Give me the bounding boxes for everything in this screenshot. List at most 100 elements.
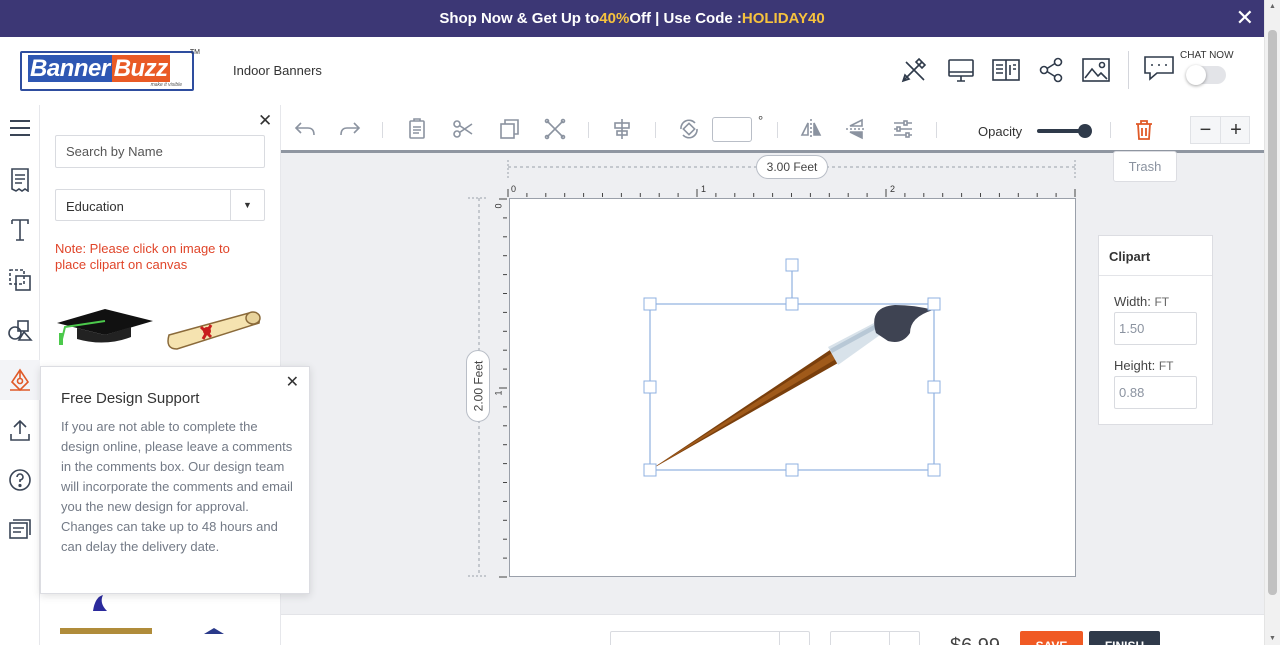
clipart-icon[interactable] — [0, 360, 40, 400]
product-name: Indoor Banners — [233, 63, 322, 78]
promo-text-mid: Off | Use Code : — [629, 10, 742, 27]
help-icon[interactable] — [0, 460, 40, 500]
chevron-down-icon[interactable] — [889, 632, 919, 645]
share-icon[interactable] — [1036, 55, 1066, 85]
width-label: Width: FT — [1114, 294, 1170, 309]
resize-handle — [927, 463, 941, 477]
copy-icon[interactable] — [498, 118, 520, 140]
search-input[interactable] — [55, 135, 265, 168]
comments-icon[interactable] — [0, 510, 40, 550]
toolbar-divider — [655, 122, 656, 138]
chevron-down-icon[interactable]: ▼ — [230, 190, 264, 220]
clipart-thumbnail[interactable] — [60, 621, 155, 639]
design-support-popup: ✕ Free Design Support If you are not abl… — [40, 366, 310, 594]
finish-button[interactable]: FINISH — [1089, 631, 1160, 645]
menu-icon[interactable] — [0, 108, 40, 148]
selected-clipart[interactable] — [640, 255, 945, 480]
width-input[interactable]: 1.50 — [1114, 312, 1197, 345]
quantity-select[interactable] — [830, 631, 920, 645]
logo-trademark: TM — [189, 49, 200, 56]
promo-discount: 40% — [599, 10, 630, 27]
opacity-slider[interactable] — [1037, 124, 1092, 138]
delete-element-icon[interactable] — [544, 118, 566, 140]
resize-handle — [643, 463, 657, 477]
promo-close-icon[interactable]: ✕ — [1236, 6, 1254, 30]
redo-icon[interactable] — [339, 118, 361, 140]
category-select[interactable]: Education ▼ — [55, 189, 265, 221]
logo-wordmark: Banner Buzz — [28, 55, 170, 82]
zoom-out-button[interactable]: − — [1191, 117, 1221, 143]
width-dimension-label: 3.00 Feet — [756, 155, 828, 179]
templates-icon[interactable] — [0, 160, 40, 200]
height-input[interactable]: 0.88 — [1114, 376, 1197, 409]
backgrounds-icon[interactable] — [0, 310, 40, 350]
popup-close-icon[interactable]: ✕ — [286, 372, 299, 392]
rotate-icon[interactable] — [678, 118, 700, 140]
undo-icon[interactable] — [294, 118, 316, 140]
logo[interactable]: Banner Buzz make it visible TM — [20, 49, 200, 91]
header-divider — [1128, 51, 1129, 89]
shapes-icon[interactable] — [0, 260, 40, 300]
toolbar-divider — [936, 122, 937, 138]
scroll-down-icon[interactable]: ▼ — [1269, 635, 1276, 642]
scrollbar-thumb[interactable] — [1268, 30, 1277, 595]
degree-symbol: ° — [758, 113, 764, 128]
toggle-knob — [1186, 65, 1206, 85]
bottom-bar: $6.99 SAVE FINISH — [281, 614, 1264, 645]
toolbar-divider — [382, 122, 383, 138]
tool-rail — [0, 105, 40, 645]
clipart-properties: Clipart Width: FT 1.50 Height: FT 0.88 — [1098, 235, 1213, 425]
zoom-controls: − + — [1190, 116, 1250, 144]
chevron-down-icon[interactable] — [779, 632, 809, 645]
flip-vertical-icon[interactable] — [845, 118, 867, 140]
promo-text-before: Shop Now & Get Up to — [439, 10, 600, 27]
opacity-slider-handle[interactable] — [1078, 124, 1092, 138]
toolbar-divider — [1110, 122, 1111, 138]
flip-horizontal-icon[interactable] — [800, 118, 822, 140]
paste-icon[interactable] — [406, 118, 428, 140]
trash-icon[interactable] — [1133, 119, 1155, 141]
zoom-in-button[interactable]: + — [1221, 117, 1251, 143]
chat-now-label: CHAT NOW — [1180, 50, 1234, 61]
chat-toggle[interactable] — [1186, 65, 1226, 85]
ruler-x-label: 1 — [701, 184, 707, 194]
text-tool-icon[interactable] — [0, 210, 40, 250]
align-center-icon[interactable] — [611, 118, 633, 140]
popup-title: Free Design Support — [61, 390, 200, 407]
resize-handle — [927, 380, 941, 394]
scroll-up-icon[interactable]: ▲ — [1269, 3, 1276, 10]
cut-icon[interactable] — [452, 118, 474, 140]
diploma-scroll-clipart[interactable] — [163, 305, 263, 360]
resize-handle — [785, 297, 799, 311]
editor-toolbar: ° Opacity − + — [281, 105, 1264, 153]
resize-handle — [927, 297, 941, 311]
design-tools-icon[interactable] — [899, 55, 929, 85]
logo-tagline: make it visible — [150, 82, 182, 88]
chat-icon[interactable] — [1143, 53, 1177, 83]
rotation-input[interactable] — [712, 117, 752, 142]
toolbar-divider — [777, 122, 778, 138]
clipart-note: Note: Please click on image to place cli… — [55, 241, 230, 272]
save-button[interactable]: SAVE — [1020, 631, 1083, 645]
properties-title: Clipart — [1099, 236, 1212, 276]
resize-handle — [643, 297, 657, 311]
height-dimension-label: 2.00 Feet — [466, 350, 490, 422]
adjustments-icon[interactable] — [892, 118, 914, 140]
clipart-thumbnail[interactable] — [85, 593, 115, 618]
rotate-handle — [785, 258, 799, 272]
guide-book-icon[interactable] — [991, 55, 1021, 85]
panel-close-icon[interactable]: ✕ — [258, 111, 272, 131]
page-scrollbar[interactable]: ▲ ▼ — [1264, 0, 1280, 645]
popup-body: If you are not able to complete the desi… — [61, 419, 293, 554]
graduation-cap-clipart[interactable] — [55, 303, 155, 353]
toolbar-divider — [588, 122, 589, 138]
clipart-thumbnail[interactable] — [200, 621, 230, 639]
monitor-icon[interactable] — [946, 55, 976, 85]
ruler-x-label: 2 — [890, 184, 896, 194]
material-select[interactable] — [610, 631, 810, 645]
promo-code: HOLIDAY40 — [741, 10, 825, 27]
resize-handle — [643, 380, 657, 394]
image-preview-icon[interactable] — [1081, 55, 1111, 85]
upload-icon[interactable] — [0, 410, 40, 450]
site-header: Banner Buzz make it visible TM Indoor Ban… — [0, 37, 1264, 105]
